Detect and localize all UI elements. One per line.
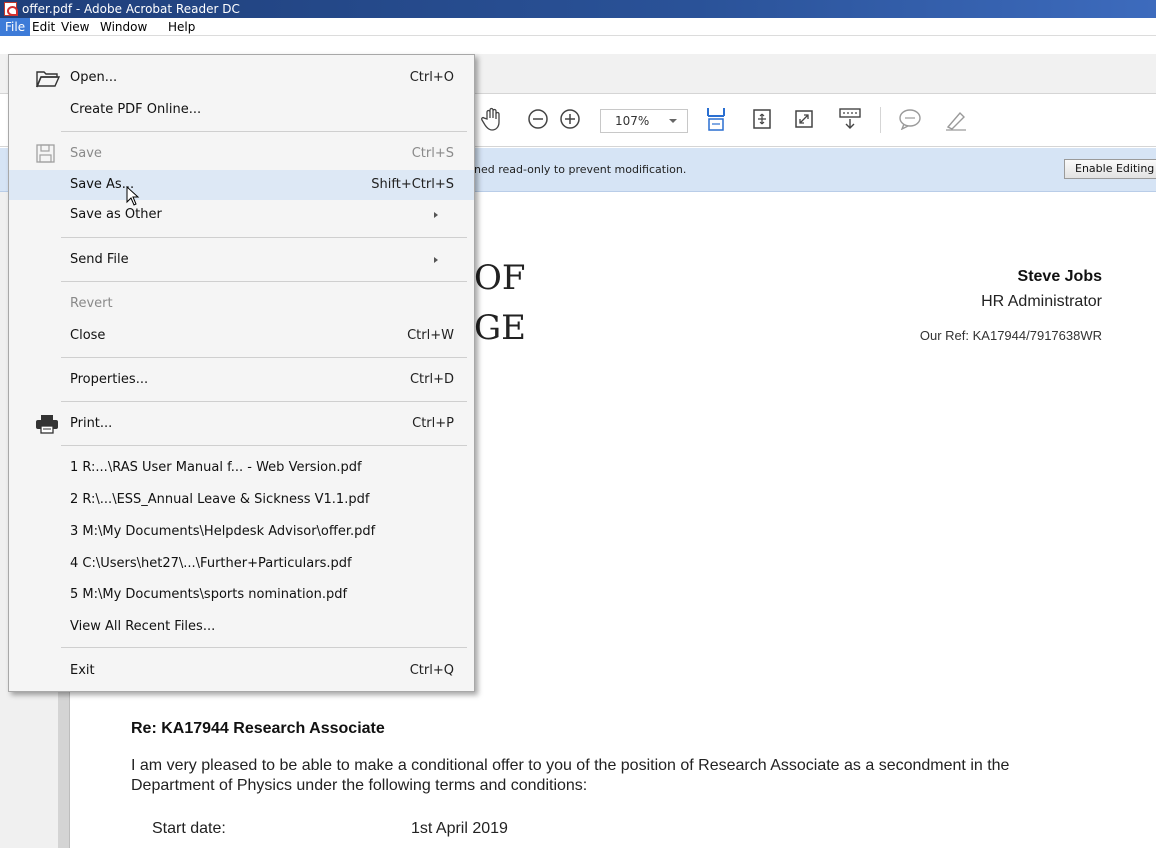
mouse-cursor-icon — [126, 185, 140, 206]
menu-exit[interactable]: Exit Ctrl+Q — [9, 656, 474, 686]
menu-recent-file[interactable]: 4 C:\Users\het27\...\Further+Particulars… — [9, 549, 474, 579]
menu-create-pdf-online[interactable]: Create PDF Online... — [9, 95, 474, 125]
menu-send-file[interactable]: Send File — [9, 245, 474, 275]
menu-recent-file[interactable]: 2 R:\...\ESS_Annual Leave & Sickness V1.… — [9, 485, 474, 515]
chevron-down-icon — [669, 119, 677, 123]
menu-window[interactable]: Window — [95, 18, 152, 36]
full-screen-icon[interactable] — [790, 105, 818, 133]
zoom-in-icon[interactable] — [556, 105, 584, 133]
window-title-bar: offer.pdf - Adobe Acrobat Reader DC — [0, 0, 1156, 18]
zoom-select[interactable]: 107% — [600, 109, 688, 133]
menu-save-as[interactable]: Save As... Shift+Ctrl+S — [9, 170, 474, 200]
menu-separator — [61, 647, 467, 648]
subject-line: Re: KA17944 Research Associate — [131, 720, 385, 737]
menu-print[interactable]: Print... Ctrl+P — [9, 409, 474, 439]
letterhead-line-2: GE — [474, 308, 526, 348]
menu-save-as-other[interactable]: Save as Other — [9, 200, 474, 230]
acrobat-icon — [4, 2, 18, 16]
submenu-arrow-icon — [434, 257, 438, 263]
menu-view-all-recent-files[interactable]: View All Recent Files... — [9, 612, 474, 642]
window-title: offer.pdf - Adobe Acrobat Reader DC — [22, 2, 240, 16]
offer-paragraph: I am very pleased to be able to make a c… — [131, 757, 1010, 794]
menu-separator — [61, 357, 467, 358]
printer-icon — [35, 414, 59, 434]
menu-separator — [61, 237, 467, 238]
save-icon — [35, 144, 59, 164]
enable-editing-button[interactable]: Enable Editing — [1064, 159, 1156, 179]
highlight-pen-icon[interactable] — [942, 105, 970, 133]
menu-recent-file[interactable]: 3 M:\My Documents\Helpdesk Advisor\offer… — [9, 517, 474, 547]
fit-width-icon[interactable] — [702, 105, 730, 133]
hand-tool-icon[interactable] — [478, 105, 506, 133]
menu-recent-file[interactable]: 5 M:\My Documents\sports nomination.pdf — [9, 580, 474, 610]
menu-separator — [61, 131, 467, 132]
comment-icon[interactable] — [896, 105, 924, 133]
menu-help[interactable]: Help — [163, 18, 200, 36]
folder-icon — [35, 68, 61, 88]
fit-page-icon[interactable] — [748, 105, 776, 133]
menu-save[interactable]: Save Ctrl+S — [9, 139, 474, 169]
sender-name: Steve Jobs — [1017, 268, 1102, 285]
zoom-value: 107% — [615, 114, 650, 128]
zoom-out-icon[interactable] — [524, 105, 552, 133]
menu-separator — [61, 401, 467, 402]
toolbar-divider — [880, 107, 881, 133]
menu-separator — [61, 281, 467, 282]
menu-revert[interactable]: Revert — [9, 289, 474, 319]
menu-file[interactable]: File — [0, 18, 31, 36]
menu-properties[interactable]: Properties... Ctrl+D — [9, 365, 474, 395]
menu-open[interactable]: Open... Ctrl+O — [9, 63, 474, 93]
start-date-label: Start date: — [152, 820, 226, 837]
sender-role: HR Administrator — [981, 293, 1102, 310]
submenu-arrow-icon — [434, 212, 438, 218]
file-menu: Open... Ctrl+O Create PDF Online... Save… — [8, 54, 475, 692]
menu-separator — [61, 445, 467, 446]
reference-number: Our Ref: KA17944/7917638WR — [919, 328, 1102, 343]
menu-recent-file[interactable]: 1 R:...\RAS User Manual f... - Web Versi… — [9, 453, 474, 483]
start-date-value: 1st April 2019 — [411, 820, 508, 837]
menu-bar: File Edit View Window Help — [0, 18, 1156, 36]
letterhead-line-1: OF — [474, 258, 526, 298]
scrolling-mode-icon[interactable] — [836, 105, 864, 133]
menu-close[interactable]: Close Ctrl+W — [9, 321, 474, 351]
banner-message: ned read-only to prevent modification. — [474, 163, 687, 176]
menu-view[interactable]: View — [56, 18, 94, 36]
